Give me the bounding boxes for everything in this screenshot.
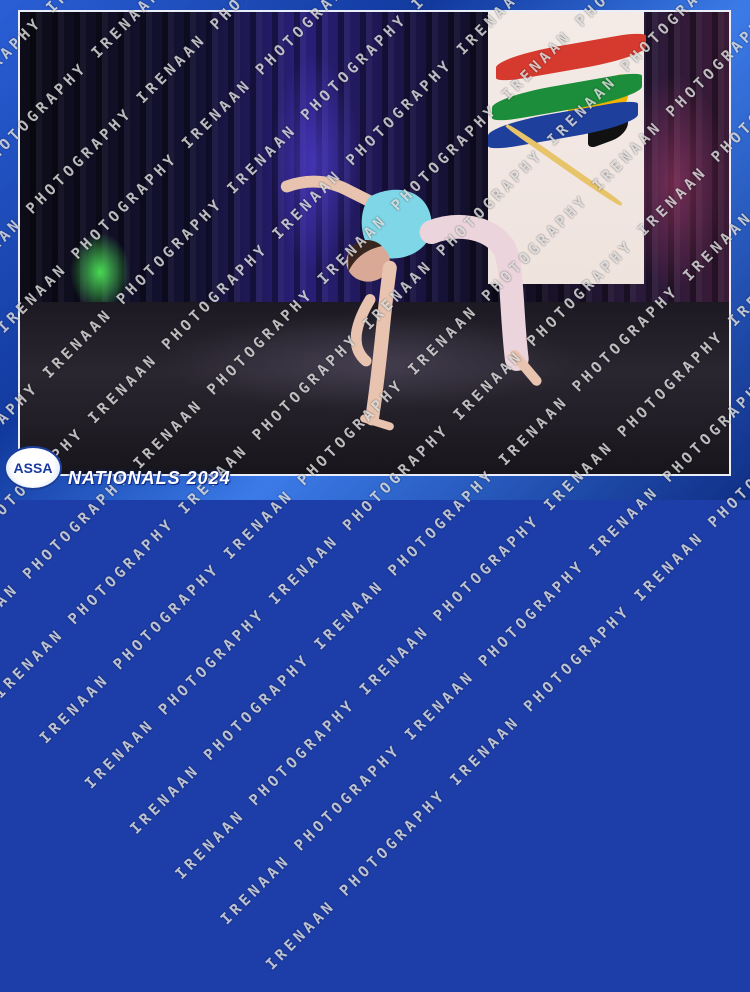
dancer-figure <box>280 175 542 431</box>
photo <box>18 10 731 476</box>
logo-text: ASSA <box>13 460 53 476</box>
assa-logo: ASSA <box>4 446 62 490</box>
event-title: NATIONALS 2024 <box>68 468 231 488</box>
